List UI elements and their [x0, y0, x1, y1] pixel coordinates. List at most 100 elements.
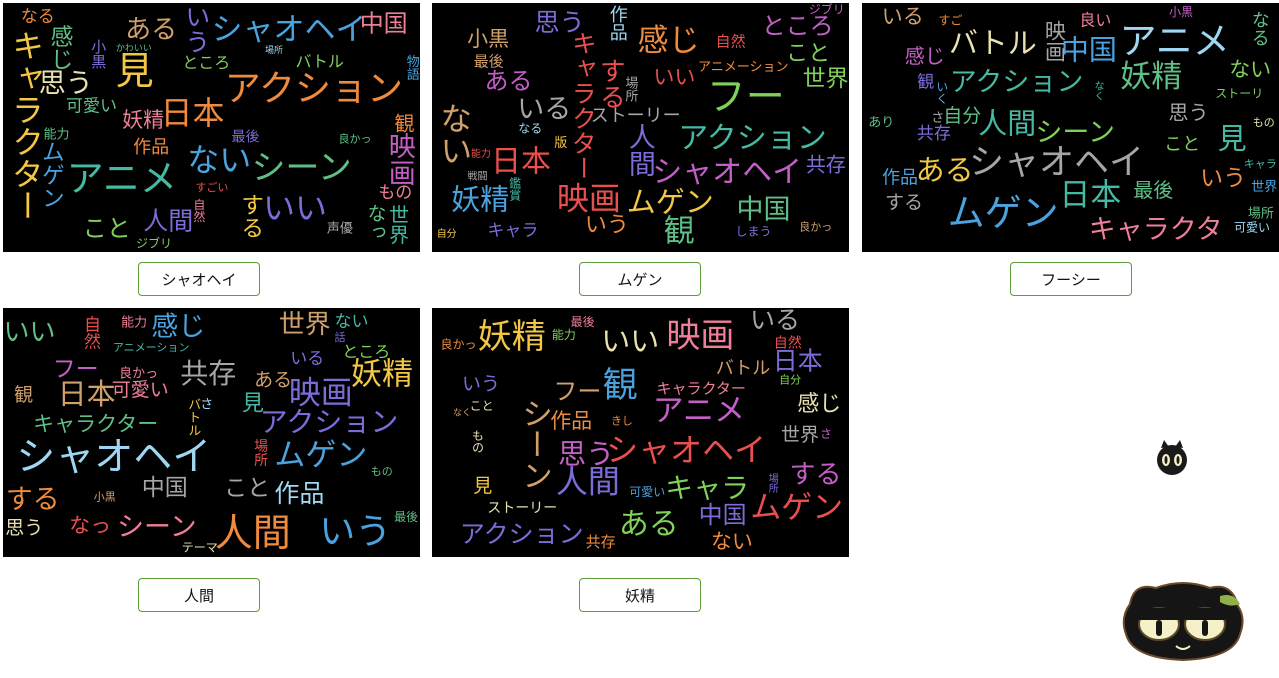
wordcloud-word: 観 — [14, 384, 33, 406]
yousei-button[interactable]: 妖精 — [579, 578, 701, 612]
wordcloud-word: バトル — [185, 398, 201, 437]
wordcloud-word: 版 — [554, 136, 567, 151]
wordcloud-word: 観 — [603, 366, 638, 406]
wordcloud-word: ある — [485, 67, 533, 95]
wordcloud-word: ある — [254, 369, 292, 391]
wordcloud-word: いく — [935, 80, 949, 104]
black-cat-mascot-icon[interactable] — [1116, 578, 1250, 664]
wordcloud-word: 自分 — [943, 105, 981, 127]
wordcloud-word: ところ — [182, 53, 230, 72]
wordcloud-word: 中国 — [1061, 34, 1117, 67]
wordcloud-word: 可愛い — [1234, 221, 1270, 235]
wordcloud-word: 妖精 — [351, 357, 413, 393]
wordcloud-word: 思う — [558, 438, 614, 471]
wordcloud-word: 自然 — [192, 198, 206, 223]
wordcloud-word: 感じ — [797, 392, 841, 417]
wordcloud-word: シャオヘイ — [606, 431, 766, 469]
wordcloud-word: 作品 — [550, 409, 592, 433]
wordcloud-word: いう — [462, 373, 500, 395]
wordcloud-word: ムゲン — [948, 191, 1059, 234]
wordcloud-svg: アニメ見シャオヘイアクションいい日本ないあるシーン思う映画キャラクター するいう感… — [7, 4, 420, 251]
wordcloud-word: 人間 — [215, 511, 291, 555]
wordcloud-word: 小黒 — [89, 39, 107, 69]
wordcloud-word: バトル — [949, 26, 1037, 60]
wordcloud-word: こと — [224, 476, 270, 502]
wordcloud-word: アクション — [225, 69, 403, 110]
wordcloud-word: 小黒 — [1169, 5, 1193, 19]
wordcloud-word: ストーリー — [591, 106, 681, 127]
wordcloud-word: いる — [290, 349, 324, 369]
wordcloud-word: する — [595, 58, 625, 110]
wordcloud-word: なく — [453, 408, 471, 419]
wordcloud-word: 能力 — [471, 147, 491, 160]
results-page: アニメ見シャオヘイ アクション いい 日本 ない ある シーン 思う 映画 キャラクター する いう感… — [0, 0, 1279, 678]
wordcloud-word: ない — [335, 312, 369, 332]
wordcloud-word: こと — [786, 42, 830, 67]
wordcloud-word: 良かっ — [119, 365, 158, 381]
wordcloud-word: もの — [1253, 116, 1275, 129]
wordcloud-word: 見 — [116, 49, 154, 93]
wordcloud-word: 中国 — [360, 10, 408, 38]
wordcloud-word: 共存 — [917, 124, 951, 144]
wordcloud-yousei: シャオヘイ 人間 ムゲン 妖精 いい 映画観する ある フー シーン アニメ 思う キャラ 日本 中国 アク… — [432, 308, 849, 557]
wordcloud-word: 日本 — [491, 145, 551, 180]
wordcloud-word: キャラクター — [656, 380, 745, 398]
wordcloud-word: 可愛い — [112, 379, 169, 401]
wordcloud-word: ない — [187, 141, 251, 179]
wordcloud-word: きし — [611, 414, 633, 427]
shaohei-button[interactable]: シャオヘイ — [138, 262, 260, 296]
wordcloud-word: アクション — [460, 520, 584, 549]
wordcloud-word: ところ — [342, 342, 390, 361]
wordcloud-word: する — [885, 192, 923, 214]
wordcloud-word: ムゲン — [750, 490, 843, 526]
wordcloud-word: なる — [1249, 11, 1270, 47]
wordcloud-word: シャオヘイ — [16, 435, 211, 480]
wordcloud-word: アニメーション — [698, 60, 788, 75]
wordcloud-word: バトル — [295, 52, 343, 71]
mugen-button[interactable]: ムゲン — [579, 262, 701, 296]
wordcloud-word: キャラ — [665, 472, 749, 505]
wordcloud-word: アニメ — [653, 393, 745, 429]
wordcloud-word: ムゲン — [627, 185, 714, 219]
wordcloud-word: フー — [707, 75, 785, 120]
wordcloud-svg: シャオヘイ人間妖精ムゲンアニメバトル日本中国アクションキャラクタ見あるシーンいう… — [868, 5, 1277, 246]
wordcloud-word: 妖精 — [1120, 59, 1182, 95]
wordcloud-word: なっ — [69, 514, 111, 538]
wordcloud-word: 声優 — [327, 221, 353, 236]
wordcloud-word: ない — [435, 102, 473, 166]
wordcloud-word: いい — [3, 318, 55, 348]
wordcloud-word: もの — [378, 183, 412, 203]
wordcloud-word: フー — [553, 378, 601, 406]
wordcloud-word: 思う — [1169, 100, 1209, 124]
wordcloud-svg: シャオヘイ人間ムゲン妖精 いい 映画観するあるフーシーン アニメ思うキャラ日本中国アク… — [440, 308, 843, 553]
wordcloud-word: 思う — [5, 517, 43, 539]
wordcloud-word: キャラ — [487, 221, 538, 241]
wordcloud-word: 思う — [39, 69, 93, 100]
wordcloud-word: する — [789, 460, 841, 490]
wordcloud-word: なる — [21, 7, 55, 27]
wordcloud-word: 良かっ — [799, 219, 832, 233]
wordcloud-word: 人間 — [624, 123, 655, 177]
wordcloud-word: 物語 — [404, 55, 420, 81]
fushi-button[interactable]: フーシー — [1010, 262, 1132, 296]
wordcloud-word: 戦闘 — [468, 169, 488, 182]
wordcloud-word: 妖精 — [478, 317, 546, 357]
wordcloud-word: ある — [125, 15, 177, 45]
wordcloud-word: 作品 — [882, 168, 918, 189]
cat-face-icon — [1157, 440, 1187, 475]
wordcloud-word: いう — [319, 511, 391, 552]
wordcloud-word: 中国 — [699, 501, 747, 529]
wordcloud-word: 作品 — [133, 137, 169, 158]
wordcloud-word: もの — [471, 429, 485, 453]
wordcloud-word: 感じ — [905, 44, 945, 68]
wordcloud-word: 妖精 — [122, 108, 164, 132]
ningen-button[interactable]: 人間 — [138, 578, 260, 612]
wordcloud-word: ない — [711, 529, 753, 553]
wordcloud-word: 映画 — [557, 180, 621, 218]
wordcloud-word: ジブリ — [136, 236, 172, 251]
wordcloud-word: アニメ — [67, 157, 177, 200]
wordcloud-word: 思う — [535, 8, 585, 37]
wordcloud-word: いう — [1200, 166, 1246, 192]
wordcloud-word: 見 — [473, 475, 492, 497]
wordcloud-word: 日本 — [160, 94, 224, 132]
